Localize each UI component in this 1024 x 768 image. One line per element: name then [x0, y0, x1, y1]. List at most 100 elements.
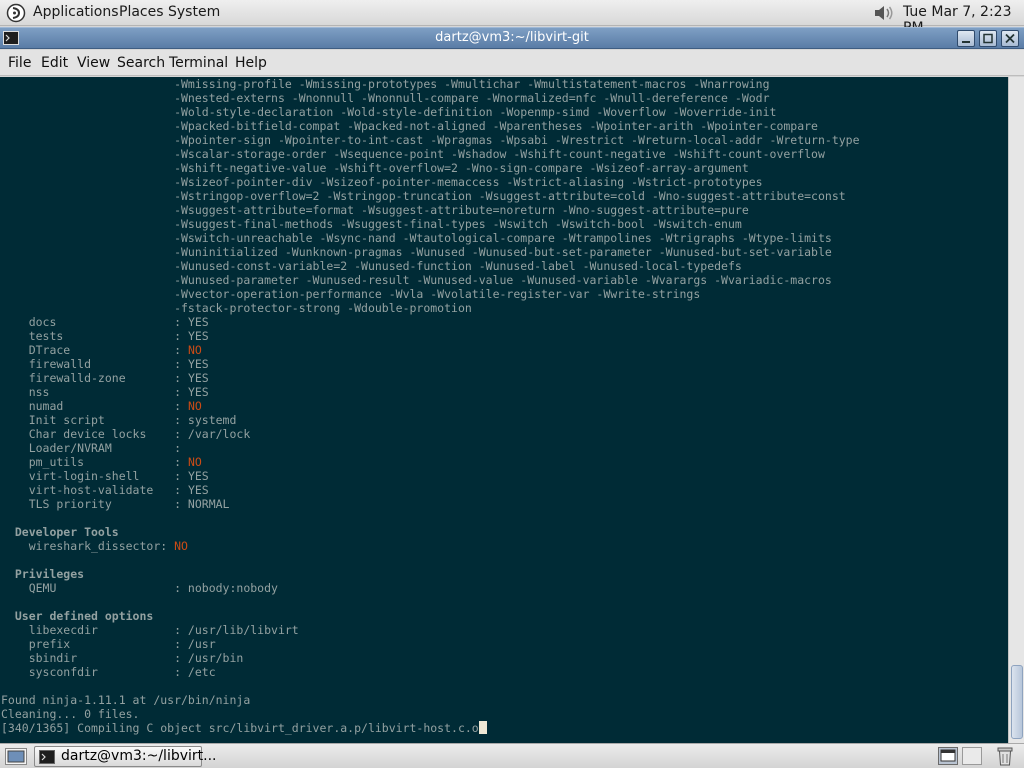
terminal-line: libexecdir : /usr/lib/libvirt — [1, 623, 860, 637]
terminal-text: prefix : /usr — [1, 637, 216, 651]
terminal-text: Loader/NVRAM : — [1, 441, 188, 455]
menu-view[interactable]: View — [77, 55, 110, 71]
terminal-text: libexecdir : /usr/lib/libvirt — [1, 623, 299, 637]
workspace-2[interactable] — [962, 747, 982, 765]
terminal-line: -Wswitch-unreachable -Wsync-nand -Wtauto… — [1, 231, 860, 245]
terminal-line: -Wmissing-profile -Wmissing-prototypes -… — [1, 77, 860, 91]
terminal-output[interactable]: -Wmissing-profile -Wmissing-prototypes -… — [0, 77, 1008, 743]
menu-places[interactable]: Places — [119, 4, 164, 20]
terminal-cursor — [478, 721, 487, 734]
trash-icon[interactable] — [996, 746, 1014, 767]
minimize-button[interactable] — [957, 30, 975, 47]
vertical-scrollbar[interactable] — [1008, 77, 1024, 743]
terminal-line: firewalld : YES — [1, 357, 860, 371]
workspace-window-icon — [940, 749, 956, 762]
terminal-text: Found ninja-1.11.1 at /usr/bin/ninja — [1, 693, 251, 707]
terminal-line: docs : YES — [1, 315, 860, 329]
menu-edit[interactable]: Edit — [41, 55, 68, 71]
terminal-line: -Wunused-const-variable=2 -Wunused-funct… — [1, 259, 860, 273]
terminal-line: TLS priority : NORMAL — [1, 497, 860, 511]
terminal-line: pm_utils : NO — [1, 455, 860, 469]
terminal-text: -Wsuggest-attribute=format -Wsuggest-att… — [1, 203, 749, 217]
terminal-line: firewalld-zone : YES — [1, 371, 860, 385]
terminal-line: -Wsuggest-attribute=format -Wsuggest-att… — [1, 203, 860, 217]
menu-terminal[interactable]: Terminal — [169, 55, 228, 71]
terminal-text: YES — [187, 315, 209, 329]
terminal-text: docs : — [1, 315, 188, 329]
terminal-line: -Wpointer-sign -Wpointer-to-int-cast -Wp… — [1, 133, 859, 147]
terminal-text: -Wmissing-profile -Wmissing-prototypes -… — [1, 77, 770, 91]
terminal-text: tests : — [1, 329, 188, 343]
terminal-text: virt-login-shell : — [1, 469, 188, 483]
terminal-text: DTrace : — [1, 343, 188, 357]
menu-help[interactable]: Help — [235, 55, 267, 71]
terminal-text: -Wsuggest-final-methods -Wsuggest-final-… — [1, 217, 742, 231]
window-titlebar[interactable]: dartz@vm3:~/libvirt-git — [0, 27, 1024, 49]
terminal-text: -fstack-protector-strong -Wdouble-promot… — [1, 301, 472, 315]
terminal-line: Cleaning... 0 files. — [1, 707, 860, 721]
terminal-text: Char device locks : /var/lock — [1, 427, 251, 441]
terminal-text: sbindir : /usr/bin — [1, 651, 244, 665]
terminal-text: -Wscalar-storage-order -Wsequence-point … — [1, 147, 825, 161]
terminal-text: -Wunused-parameter -Wunused-result -Wunu… — [1, 273, 832, 287]
terminal-line: User defined options — [1, 609, 860, 623]
taskbar-terminal-button[interactable]: dartz@vm3:~/libvirt... — [34, 746, 217, 767]
terminal-line: [340/1365] Compiling C object src/libvir… — [1, 721, 860, 735]
terminal-line: -Wsuggest-final-methods -Wsuggest-final-… — [1, 217, 860, 231]
status-no: NO — [187, 343, 202, 357]
terminal-line: tests : YES — [1, 329, 860, 343]
close-button[interactable] — [1001, 30, 1019, 47]
maximize-button[interactable] — [979, 30, 997, 47]
terminal-text: -Wvector-operation-performance -Wvla -Wv… — [1, 287, 701, 301]
terminal-line: virt-host-validate : YES — [1, 483, 860, 497]
show-desktop-button[interactable] — [5, 748, 27, 765]
terminal-menubar: File Edit View Search Terminal Help — [0, 50, 1024, 76]
terminal-text: YES — [187, 469, 209, 483]
terminal-text: firewalld : — [1, 357, 188, 371]
terminal-text: pm_utils : — [1, 455, 188, 469]
menu-system[interactable]: System — [168, 4, 220, 20]
scrollbar-thumb[interactable] — [1011, 665, 1023, 739]
terminal-text: [340/1365] Compiling C object src/libvir… — [1, 721, 479, 735]
terminal-line: -fstack-protector-strong -Wdouble-promot… — [1, 301, 860, 315]
terminal-text: -Wunused-const-variable=2 -Wunused-funct… — [1, 259, 742, 273]
status-no: NO — [187, 455, 202, 469]
terminal-line: prefix : /usr — [1, 637, 860, 651]
workspace-1[interactable] — [938, 747, 958, 765]
terminal-text: wireshark_dissector: — [1, 539, 175, 553]
window-title: dartz@vm3:~/libvirt-git — [435, 30, 589, 45]
terminal-text: YES — [187, 385, 209, 399]
menu-applications[interactable]: Applications — [33, 4, 119, 20]
foot-logo-icon[interactable] — [6, 3, 26, 23]
terminal-text: -Wuninitialized -Wunknown-pragmas -Wunus… — [1, 245, 832, 259]
terminal-line: Developer Tools — [1, 525, 860, 539]
terminal-lines: -Wmissing-profile -Wmissing-prototypes -… — [1, 77, 860, 735]
terminal-line: -Wvector-operation-performance -Wvla -Wv… — [1, 287, 860, 301]
terminal-text: YES — [187, 371, 209, 385]
terminal-text: numad : — [1, 399, 188, 413]
terminal-text: -Wsizeof-pointer-div -Wsizeof-pointer-me… — [1, 175, 763, 189]
section-heading: User defined options — [1, 609, 154, 623]
terminal-text: sysconfdir : /etc — [1, 665, 216, 679]
terminal-line: -Wscalar-storage-order -Wsequence-point … — [1, 147, 860, 161]
terminal-text: -Wswitch-unreachable -Wsync-nand -Wtauto… — [1, 231, 832, 245]
terminal-text: firewalld-zone : — [1, 371, 188, 385]
terminal-text: YES — [187, 329, 209, 343]
terminal-line: sbindir : /usr/bin — [1, 651, 860, 665]
terminal-line: -Wpacked-bitfield-compat -Wpacked-not-al… — [1, 119, 860, 133]
terminal-line: Privileges — [1, 567, 860, 581]
terminal-line: -Wstringop-overflow=2 -Wstringop-truncat… — [1, 189, 860, 203]
terminal-text: YES — [187, 357, 209, 371]
menu-search[interactable]: Search — [117, 55, 165, 71]
terminal-line: QEMU : nobody:nobody — [1, 581, 860, 595]
terminal-line: -Wuninitialized -Wunknown-pragmas -Wunus… — [1, 245, 860, 259]
terminal-text: nss : — [1, 385, 188, 399]
terminal-text: Cleaning... 0 files. — [1, 707, 140, 721]
section-heading: Privileges — [1, 567, 85, 581]
terminal-line: DTrace : NO — [1, 343, 860, 357]
terminal-line: -Wold-style-declaration -Wold-style-defi… — [1, 105, 860, 119]
volume-icon[interactable] — [872, 3, 896, 23]
taskbar-label: dartz@vm3:~/libvirt... — [61, 748, 217, 764]
menu-file[interactable]: File — [8, 55, 31, 71]
